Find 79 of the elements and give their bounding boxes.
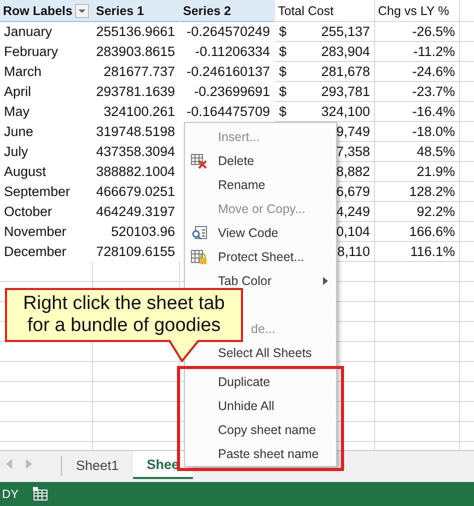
table-cell: 8,882 [336, 164, 370, 179]
table-cell: -0.11206334 [195, 44, 270, 59]
menu-item[interactable]: Copy sheet name [185, 418, 336, 442]
currency-symbol: $ [279, 64, 287, 79]
table-cell: 6,679 [336, 184, 370, 199]
table-cell: -0.264570249 [186, 24, 270, 39]
table-cell: -0.164475709 [186, 104, 270, 119]
table-cell: -23.7% [412, 84, 455, 99]
table-cell: 728109.6155 [96, 244, 175, 259]
table-cell: 128.2% [409, 184, 455, 199]
table-cell: 4,249 [336, 204, 370, 219]
table-cell: 8,110 [337, 244, 370, 259]
delete-sheet-icon [190, 153, 208, 169]
submenu-arrow-icon [323, 277, 328, 285]
row-label: August [4, 164, 46, 179]
row-label: July [4, 144, 28, 159]
row-label: November [4, 224, 66, 239]
table-cell: 520103.96 [111, 224, 175, 239]
menu-item[interactable]: Tab Color [185, 269, 336, 293]
table-cell: 466679.0251 [96, 184, 175, 199]
table-cell: -0.23699691 [194, 84, 270, 99]
column-header: Row Labels [3, 4, 72, 18]
currency-symbol: $ [279, 24, 287, 39]
row-label: October [4, 204, 52, 219]
table-cell: 116.1% [410, 244, 455, 259]
table-cell: 7,358 [336, 144, 370, 159]
table-cell: -11.2% [413, 44, 455, 59]
row-label: February [4, 44, 58, 59]
table-cell: 92.2% [416, 204, 455, 219]
table-cell: 283,904 [321, 44, 370, 59]
currency-symbol: $ [279, 44, 287, 59]
currency-symbol: $ [279, 104, 287, 119]
table-cell: 255136.9661 [96, 24, 175, 39]
table-cell: 21.9% [416, 164, 455, 179]
filter-dropdown-button[interactable] [75, 4, 90, 18]
column-header: Chg vs LY % [378, 4, 450, 18]
table-cell: -24.6% [412, 64, 455, 79]
table-cell: 324100.261 [104, 104, 175, 119]
row-label: December [4, 244, 66, 259]
table-cell: 437358.3094 [96, 144, 175, 159]
row-label: June [4, 124, 34, 139]
row-label: May [4, 104, 30, 119]
menu-item[interactable]: Duplicate [185, 370, 336, 394]
table-cell: -26.5% [412, 24, 455, 39]
table-cell: 319748.5198 [96, 124, 175, 139]
table-cell: 293781.1639 [96, 84, 175, 99]
table-cell: -0.246160137 [186, 64, 270, 79]
table-cell: 283903.8615 [96, 44, 175, 59]
table-cell: 388882.1004 [96, 164, 175, 179]
menu-item[interactable]: View Code [185, 221, 336, 245]
row-label: January [4, 24, 52, 39]
table-cell: 324,100 [321, 104, 370, 119]
table-cell: 255,137 [321, 24, 370, 39]
status-text: DY [2, 487, 19, 501]
table-cell: 281677.737 [104, 64, 175, 79]
row-label: April [4, 84, 32, 99]
table-cell: -16.4% [412, 104, 455, 119]
table-cell: 48.5% [416, 144, 455, 159]
menu-item[interactable]: Rename [185, 173, 336, 197]
table-cell: 293,781 [321, 84, 370, 99]
macro-recording-icon[interactable] [32, 487, 49, 501]
row-label: March [4, 64, 42, 79]
column-header: Series 2 [183, 4, 231, 18]
table-cell: 166.6% [409, 224, 455, 239]
menu-item[interactable]: Unhide All [185, 394, 336, 418]
table-cell: 0,104 [336, 224, 370, 239]
protect-sheet-icon [190, 249, 208, 266]
row-label: September [4, 184, 70, 199]
table-cell: 9,749 [336, 124, 370, 139]
column-header: Total Cost [278, 4, 334, 18]
callout-text: Right click the sheet tab for a bundle of goodies [23, 293, 225, 337]
column-header: Series 1 [96, 4, 144, 18]
table-cell: 464249.3197 [96, 204, 175, 219]
view-code-icon [190, 225, 208, 241]
currency-symbol: $ [279, 84, 287, 99]
menu-item[interactable]: Protect Sheet... [185, 245, 336, 269]
menu-item[interactable]: Delete [185, 149, 336, 173]
table-cell: 281,678 [321, 64, 370, 79]
table-cell: -18.0% [412, 124, 455, 139]
